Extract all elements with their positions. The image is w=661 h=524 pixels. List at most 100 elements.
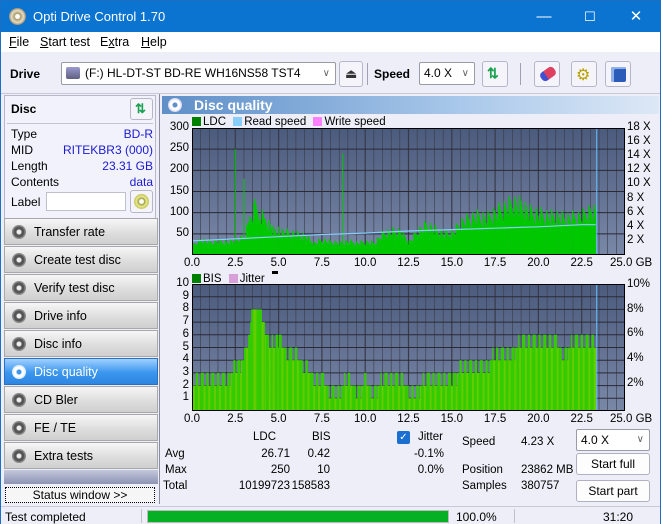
bis-y-right-tick-label: 6% xyxy=(627,327,644,340)
test-speed-value: 4.0 X xyxy=(581,433,610,447)
ldc-x-tick-label: 0.0 xyxy=(184,257,200,269)
app-window: Opti Drive Control 1.70 — ☐ ✕ File Start… xyxy=(0,0,661,524)
bis-x-tick-label: 25.0 GB xyxy=(610,413,653,425)
bis-x-tick-label: 7.5 xyxy=(313,413,330,425)
disc-extra-icon xyxy=(12,449,26,463)
avg-label: Avg xyxy=(165,448,185,460)
disc-label-input[interactable] xyxy=(46,192,126,211)
erase-button[interactable] xyxy=(534,61,560,87)
bis-y-tick-label: 5 xyxy=(182,340,189,353)
floppy-disk-icon xyxy=(611,67,626,82)
disc-length-key: Length xyxy=(11,159,48,173)
legend-read-speed: Read speed xyxy=(244,116,307,128)
drive-select[interactable]: (F:) HL-DT-ST BD-RE WH16NS58 TST4 ∨ xyxy=(61,62,336,85)
ldc-y-right-tick-label: 8 X xyxy=(627,191,645,204)
menu-help[interactable]: Help xyxy=(141,35,167,49)
disc-mid-key: MID xyxy=(11,143,33,157)
ldc-y-tick-label: 50 xyxy=(176,226,189,239)
nav-cd-bler[interactable]: CD Bler xyxy=(4,386,158,413)
nav-label: Extra tests xyxy=(34,449,94,463)
ldc-x-tick-label: 2.5 xyxy=(227,257,244,269)
nav-transfer-rate[interactable]: Transfer rate xyxy=(4,218,158,245)
save-button[interactable] xyxy=(605,61,631,87)
toolbar-divider xyxy=(520,63,521,85)
bis-x-tick-label: 20.0 xyxy=(527,413,550,425)
disc-refresh-button[interactable]: ⇅ xyxy=(130,98,153,120)
settings-button[interactable]: ⚙ xyxy=(571,61,597,87)
close-button[interactable]: ✕ xyxy=(613,1,659,32)
ldc-y-right-tick-label: 18 X xyxy=(627,121,651,133)
nav-label: FE / TE xyxy=(34,421,77,435)
bis-chart xyxy=(192,284,625,411)
disc-info-icon xyxy=(12,337,26,351)
samples-value: 380757 xyxy=(521,480,560,492)
jitter-checkbox[interactable]: ✓ xyxy=(397,431,410,444)
progress-bar xyxy=(147,510,449,523)
speed-select[interactable]: 4.0 X ∨ xyxy=(419,62,475,85)
disc-contents-key: Contents xyxy=(11,175,60,189)
write-speed-legend-swatch xyxy=(313,117,323,126)
nav-disc-info[interactable]: Disc info xyxy=(4,330,158,357)
test-speed-select[interactable]: 4.0 X ∨ xyxy=(576,429,650,451)
panel-title: Disc quality xyxy=(194,97,273,113)
max-jitter: 0.0% xyxy=(417,464,444,476)
nav-verify-test-disc[interactable]: Verify test disc xyxy=(4,274,158,301)
bis-x-tick-label: 10.0 xyxy=(353,413,377,425)
nav-label: Disc info xyxy=(34,337,82,351)
ldc-column-header: LDC xyxy=(253,431,277,443)
jitter-label: Jitter xyxy=(418,431,443,443)
ldc-y-right-tick-label: 12 X xyxy=(627,163,651,176)
ldc-x-tick-label: 25.0 GB xyxy=(610,257,653,269)
drive-label: Drive xyxy=(10,67,41,81)
bis-legend: BIS Jitter xyxy=(192,271,278,285)
menu-extra[interactable]: Extra xyxy=(100,35,129,49)
ldc-x-tick-label: 10.0 xyxy=(353,257,377,269)
nav-label: Disc quality xyxy=(34,365,98,379)
bis-y-right-tick-label: 8% xyxy=(627,302,644,315)
status-divider xyxy=(514,509,515,523)
nav-fe-te[interactable]: FE / TE xyxy=(4,414,158,441)
bis-y-tick-label: 4 xyxy=(182,353,189,366)
nav-disc-quality[interactable]: Disc quality xyxy=(4,358,158,385)
panel-header: Disc quality xyxy=(162,96,659,114)
speed-value: 4.23 X xyxy=(521,436,555,448)
chevron-down-icon: ∨ xyxy=(461,68,469,79)
toolbar: Drive (F:) HL-DT-ST BD-RE WH16NS58 TST4 … xyxy=(1,52,660,94)
eraser-icon xyxy=(538,65,558,83)
start-full-button[interactable]: Start full xyxy=(576,453,650,475)
total-label: Total xyxy=(163,480,188,492)
ldc-y-right-tick-label: 2 X xyxy=(627,233,645,246)
window-title: Opti Drive Control 1.70 xyxy=(33,9,166,24)
minimize-button[interactable]: — xyxy=(521,1,567,32)
disc-quality-icon xyxy=(12,365,26,379)
bis-column-header: BIS xyxy=(312,431,331,443)
refresh-button[interactable]: ⇅ xyxy=(482,61,508,87)
drive-info-icon xyxy=(12,309,26,323)
bis-x-tick-label: 22.5 xyxy=(570,413,593,425)
speed-label: Speed xyxy=(374,67,411,81)
status-bar: Test completed 100.0% 31:20 xyxy=(1,506,660,524)
bis-x-tick-label: 15.0 xyxy=(440,413,463,425)
disc-quality-panel: Disc quality LDC Read speed Write speed … xyxy=(159,94,660,504)
status-window-button[interactable]: Status window >> xyxy=(5,487,155,503)
disc-label-button[interactable] xyxy=(130,190,153,213)
disc-quality-icon xyxy=(168,98,182,112)
eject-button[interactable]: ⏏ xyxy=(339,61,363,87)
nav-drive-info[interactable]: Drive info xyxy=(4,302,158,329)
nav-extra-tests[interactable]: Extra tests xyxy=(4,442,158,469)
maximize-button[interactable]: ☐ xyxy=(567,1,613,32)
progress-percent: 100.0% xyxy=(456,510,497,524)
menu-start-test[interactable]: Start test xyxy=(40,35,90,49)
start-part-button[interactable]: Start part xyxy=(576,480,650,502)
legend-marker xyxy=(271,271,278,274)
bis-x-tick-label: 5.0 xyxy=(270,413,287,425)
nav-create-test-disc[interactable]: Create test disc xyxy=(4,246,158,273)
disc-label-key: Label xyxy=(11,195,41,209)
menu-bar: File Start test Extra Help xyxy=(1,32,660,52)
speed-value: 4.0 X xyxy=(424,66,453,80)
ldc-y-right-tick-label: 4 X xyxy=(627,219,645,232)
bis-y-tick-label: 9 xyxy=(182,289,189,302)
disc-icon xyxy=(134,194,149,209)
nav-label: Create test disc xyxy=(34,253,121,267)
menu-file[interactable]: File xyxy=(9,35,29,49)
